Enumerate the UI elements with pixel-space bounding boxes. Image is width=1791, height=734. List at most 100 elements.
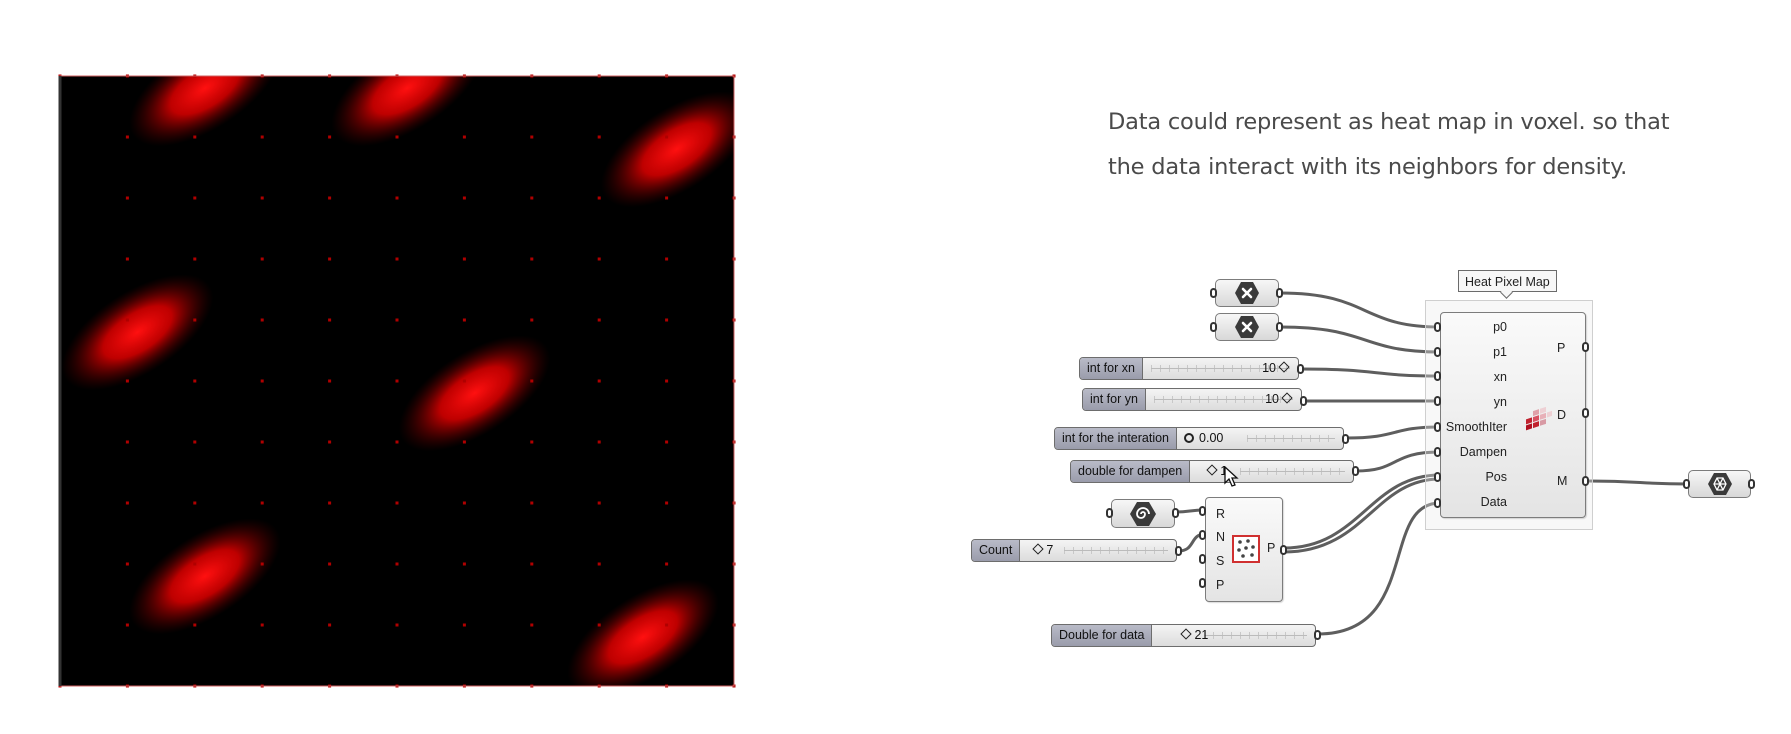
grid-point	[260, 440, 264, 444]
grid-point	[260, 257, 264, 261]
point-component-p1[interactable]	[1215, 313, 1279, 341]
wire-p1	[1279, 325, 1441, 354]
heatmap-viewport[interactable]	[0, 0, 760, 700]
knob-out-p[interactable]	[1582, 342, 1589, 352]
grid-point	[530, 196, 534, 200]
grid-point	[193, 196, 197, 200]
knob-in-populate-n[interactable]	[1199, 530, 1206, 540]
slider-grip-icon[interactable]	[1278, 361, 1290, 373]
output-port-d[interactable]: D	[1557, 408, 1566, 422]
description-line-2: the data interact with its neighbors for…	[1108, 154, 1628, 180]
slider-grip-icon[interactable]	[1184, 433, 1195, 443]
slider-count[interactable]: Count 7	[971, 539, 1177, 562]
grid-point	[193, 501, 197, 505]
knob-out-point-p0[interactable]	[1276, 288, 1283, 298]
point-component-p0[interactable]	[1215, 279, 1279, 307]
mesh-output-component[interactable]	[1688, 470, 1751, 498]
grid-point	[125, 257, 129, 261]
knob-in-point-p0[interactable]	[1210, 288, 1217, 298]
knob-out-d[interactable]	[1582, 408, 1589, 418]
knob-out-xn-slider[interactable]	[1297, 364, 1304, 374]
grid-point	[193, 257, 197, 261]
slider-track[interactable]: 10	[1146, 389, 1301, 410]
slider-int-for-yn[interactable]: int for yn 10	[1082, 388, 1302, 411]
input-port-xn[interactable]: xn	[1494, 370, 1507, 384]
input-port-p1[interactable]: p1	[1493, 345, 1507, 359]
slider-track[interactable]: 1	[1190, 461, 1353, 482]
slider-int-for-xn[interactable]: int for xn 10	[1079, 357, 1299, 380]
input-port-dampen[interactable]: Dampen	[1460, 445, 1507, 459]
component-tooltip: Heat Pixel Map	[1458, 270, 1557, 292]
slider-grip-icon[interactable]	[1032, 543, 1045, 555]
point-cross-icon	[1235, 316, 1259, 338]
slider-grip-icon[interactable]	[1206, 464, 1218, 476]
heat-pixel-map-component[interactable]: p0 p1 xn yn SmoothIter Dampen Pos Data P…	[1440, 312, 1586, 518]
slider-grip-icon[interactable]	[1281, 392, 1293, 404]
grid-point	[462, 379, 466, 383]
input-port-data[interactable]: Data	[1481, 495, 1507, 509]
populate-input-r[interactable]: R	[1216, 507, 1225, 521]
spiral-region-icon	[1130, 501, 1156, 526]
grid-point	[193, 379, 197, 383]
input-port-yn[interactable]: yn	[1494, 395, 1507, 409]
knob-in-dampen[interactable]	[1434, 447, 1441, 457]
slider-track[interactable]: 21	[1152, 625, 1315, 646]
output-port-p[interactable]: P	[1557, 341, 1565, 355]
knob-in-xn[interactable]	[1434, 371, 1441, 381]
knob-in-populate-s[interactable]	[1199, 554, 1206, 564]
knob-out-count-slider[interactable]	[1175, 546, 1182, 556]
knob-in-populate-p[interactable]	[1199, 578, 1206, 588]
slider-double-for-data[interactable]: Double for data 21	[1051, 624, 1316, 647]
knob-in-region[interactable]	[1106, 508, 1113, 518]
knob-out-m[interactable]	[1582, 476, 1589, 486]
grid-point	[125, 196, 129, 200]
grid-point	[530, 562, 534, 566]
grid-point	[530, 257, 534, 261]
grid-point	[597, 623, 601, 627]
grid-point	[260, 501, 264, 505]
knob-in-smoothiter[interactable]	[1434, 422, 1441, 432]
knob-out-populate-p[interactable]	[1280, 545, 1287, 555]
knob-in-mesh-output[interactable]	[1683, 479, 1690, 489]
description-line-1: Data could represent as heat map in voxe…	[1108, 109, 1670, 135]
populate-output-p[interactable]: P	[1267, 541, 1275, 555]
output-port-m[interactable]: M	[1557, 474, 1567, 488]
slider-track[interactable]: 10	[1143, 358, 1298, 379]
slider-int-for-iteration[interactable]: int for the interation 0.00	[1054, 427, 1344, 450]
knob-in-yn[interactable]	[1434, 396, 1441, 406]
slider-track[interactable]: 0.00	[1177, 428, 1343, 449]
slider-value-container: 10	[1262, 358, 1292, 379]
grid-point	[328, 196, 332, 200]
grid-point	[462, 135, 466, 139]
knob-in-point-p1[interactable]	[1210, 322, 1217, 332]
populate-input-s[interactable]: S	[1216, 554, 1224, 568]
knob-out-region[interactable]	[1172, 508, 1179, 518]
grid-point	[462, 196, 466, 200]
knob-in-data[interactable]	[1434, 498, 1441, 508]
input-port-pos[interactable]: Pos	[1485, 470, 1507, 484]
input-port-smoothiter[interactable]: SmoothIter	[1446, 420, 1507, 434]
slider-label: int for yn	[1083, 389, 1146, 410]
slider-double-for-dampen[interactable]: double for dampen 1	[1070, 460, 1354, 483]
knob-out-dampen-slider[interactable]	[1352, 466, 1359, 476]
populate-2d-component[interactable]: R N S P P	[1205, 497, 1283, 602]
slider-track[interactable]: 7	[1020, 540, 1176, 561]
slider-grip-icon[interactable]	[1180, 628, 1193, 640]
knob-out-yn-slider[interactable]	[1300, 396, 1307, 406]
populate-input-n[interactable]: N	[1216, 530, 1225, 544]
knob-in-pos[interactable]	[1434, 472, 1441, 482]
knob-out-mesh-output[interactable]	[1748, 479, 1755, 489]
grid-point	[260, 318, 264, 322]
knob-out-point-p1[interactable]	[1276, 322, 1283, 332]
knob-out-data-slider[interactable]	[1314, 630, 1321, 640]
wire-pos-b	[1283, 477, 1441, 554]
region-component[interactable]	[1111, 499, 1175, 528]
knob-in-populate-r[interactable]	[1199, 506, 1206, 516]
knob-in-p0[interactable]	[1434, 322, 1441, 332]
knob-out-iteration-slider[interactable]	[1342, 434, 1349, 444]
grid-point	[530, 623, 534, 627]
populate-input-p[interactable]: P	[1216, 578, 1224, 592]
grid-point	[125, 623, 129, 627]
input-port-p0[interactable]: p0	[1493, 320, 1507, 334]
knob-in-p1[interactable]	[1434, 347, 1441, 357]
